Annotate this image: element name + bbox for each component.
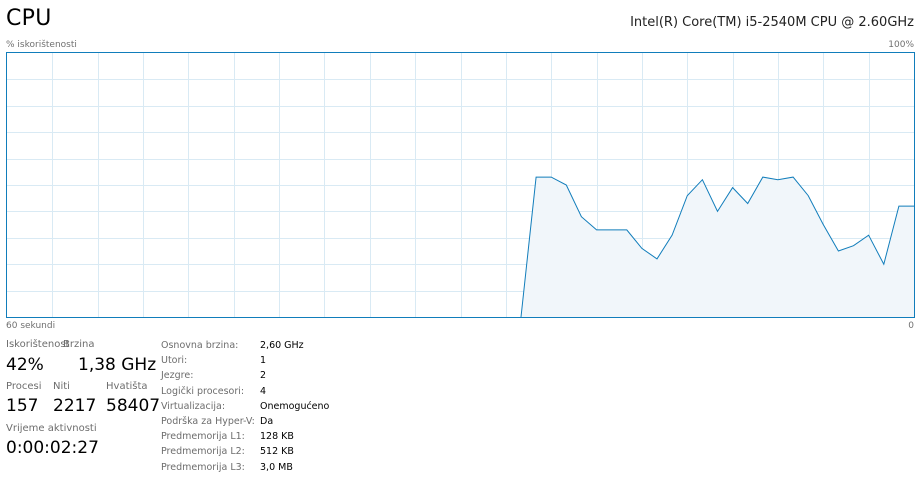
spec-value: Da xyxy=(260,416,274,428)
utilization-value: 42% xyxy=(6,355,44,375)
uptime-label: Vrijeme aktivnosti xyxy=(6,423,97,434)
threads-label: Niti xyxy=(53,381,70,392)
spec-key: Podrška za Hyper-V: xyxy=(161,416,255,428)
speed-value: 1,38 GHz xyxy=(78,355,157,375)
cpu-utilization-chart xyxy=(7,53,914,317)
cpu-specs-table: Osnovna brzina: 2,60 GHz Utori: 1 Jezgre: 2… xyxy=(161,338,329,475)
spec-value: 2,60 GHz xyxy=(260,340,304,351)
spec-row: Podrška za Hyper-V: Da xyxy=(161,414,329,429)
spec-key: Logički procesori: xyxy=(161,385,245,397)
threads-value: 2217 xyxy=(53,396,97,416)
graph-time-zero-label: 0 xyxy=(908,321,914,331)
handles-label: Hvatišta xyxy=(106,381,148,392)
spec-row: Predmemorija L3: 3,0 MB xyxy=(161,460,329,475)
spec-value: 512 KB xyxy=(260,446,294,458)
cpu-model-name: Intel(R) Core(TM) i5-2540M CPU @ 2.60GHz xyxy=(630,15,914,30)
uptime-value: 0:00:02:27 xyxy=(6,438,99,458)
spec-key: Predmemorija L1: xyxy=(161,431,245,443)
spec-value: 2 xyxy=(260,370,267,382)
spec-row: Osnovna brzina: 2,60 GHz xyxy=(161,338,329,353)
page-title: CPU xyxy=(6,6,52,31)
spec-row: Virtualizacija: Onemogućeno xyxy=(161,399,329,414)
spec-key: Virtualizacija: xyxy=(161,400,226,412)
spec-key: Predmemorija L3: xyxy=(161,461,245,473)
processes-value: 157 xyxy=(6,396,39,416)
spec-row: Utori: 1 xyxy=(161,353,329,368)
graph-y-label: % iskorištenosti xyxy=(6,40,77,50)
spec-value: 128 KB xyxy=(260,431,294,443)
utilization-label: Iskorištenost xyxy=(6,339,70,350)
spec-row: Jezgre: 2 xyxy=(161,368,329,383)
spec-value: 1 xyxy=(260,355,267,367)
spec-row: Predmemorija L1: 128 KB xyxy=(161,429,329,444)
spec-row: Logički procesori: 4 xyxy=(161,384,329,399)
spec-key: Osnovna brzina: xyxy=(161,340,239,351)
spec-key: Jezgre: xyxy=(161,370,194,382)
cpu-usage-area xyxy=(520,177,914,317)
cpu-utilization-graph xyxy=(6,52,915,318)
graph-time-label: 60 sekundi xyxy=(6,321,56,331)
spec-row: Predmemorija L2: 512 KB xyxy=(161,444,329,459)
spec-key: Predmemorija L2: xyxy=(161,446,245,458)
spec-key: Utori: xyxy=(161,355,188,367)
spec-value: 3,0 MB xyxy=(260,461,293,473)
spec-value: Onemogućeno xyxy=(260,400,330,412)
spec-value: 4 xyxy=(260,385,267,397)
handles-value: 58407 xyxy=(106,396,161,416)
graph-max-label: 100% xyxy=(888,40,914,50)
processes-label: Procesi xyxy=(6,381,42,392)
speed-label: Brzina xyxy=(63,339,95,350)
